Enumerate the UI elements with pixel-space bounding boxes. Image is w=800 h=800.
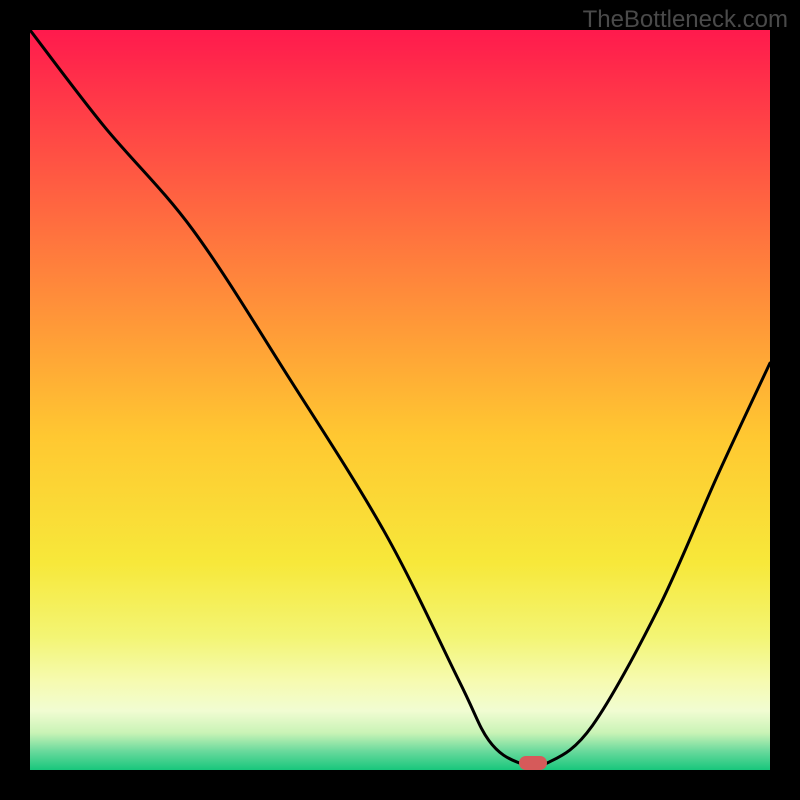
plot-area <box>30 30 770 770</box>
chart-container: TheBottleneck.com <box>0 0 800 800</box>
bottleneck-curve <box>30 30 770 770</box>
watermark-label: TheBottleneck.com <box>583 6 788 34</box>
optimum-marker <box>519 756 547 770</box>
